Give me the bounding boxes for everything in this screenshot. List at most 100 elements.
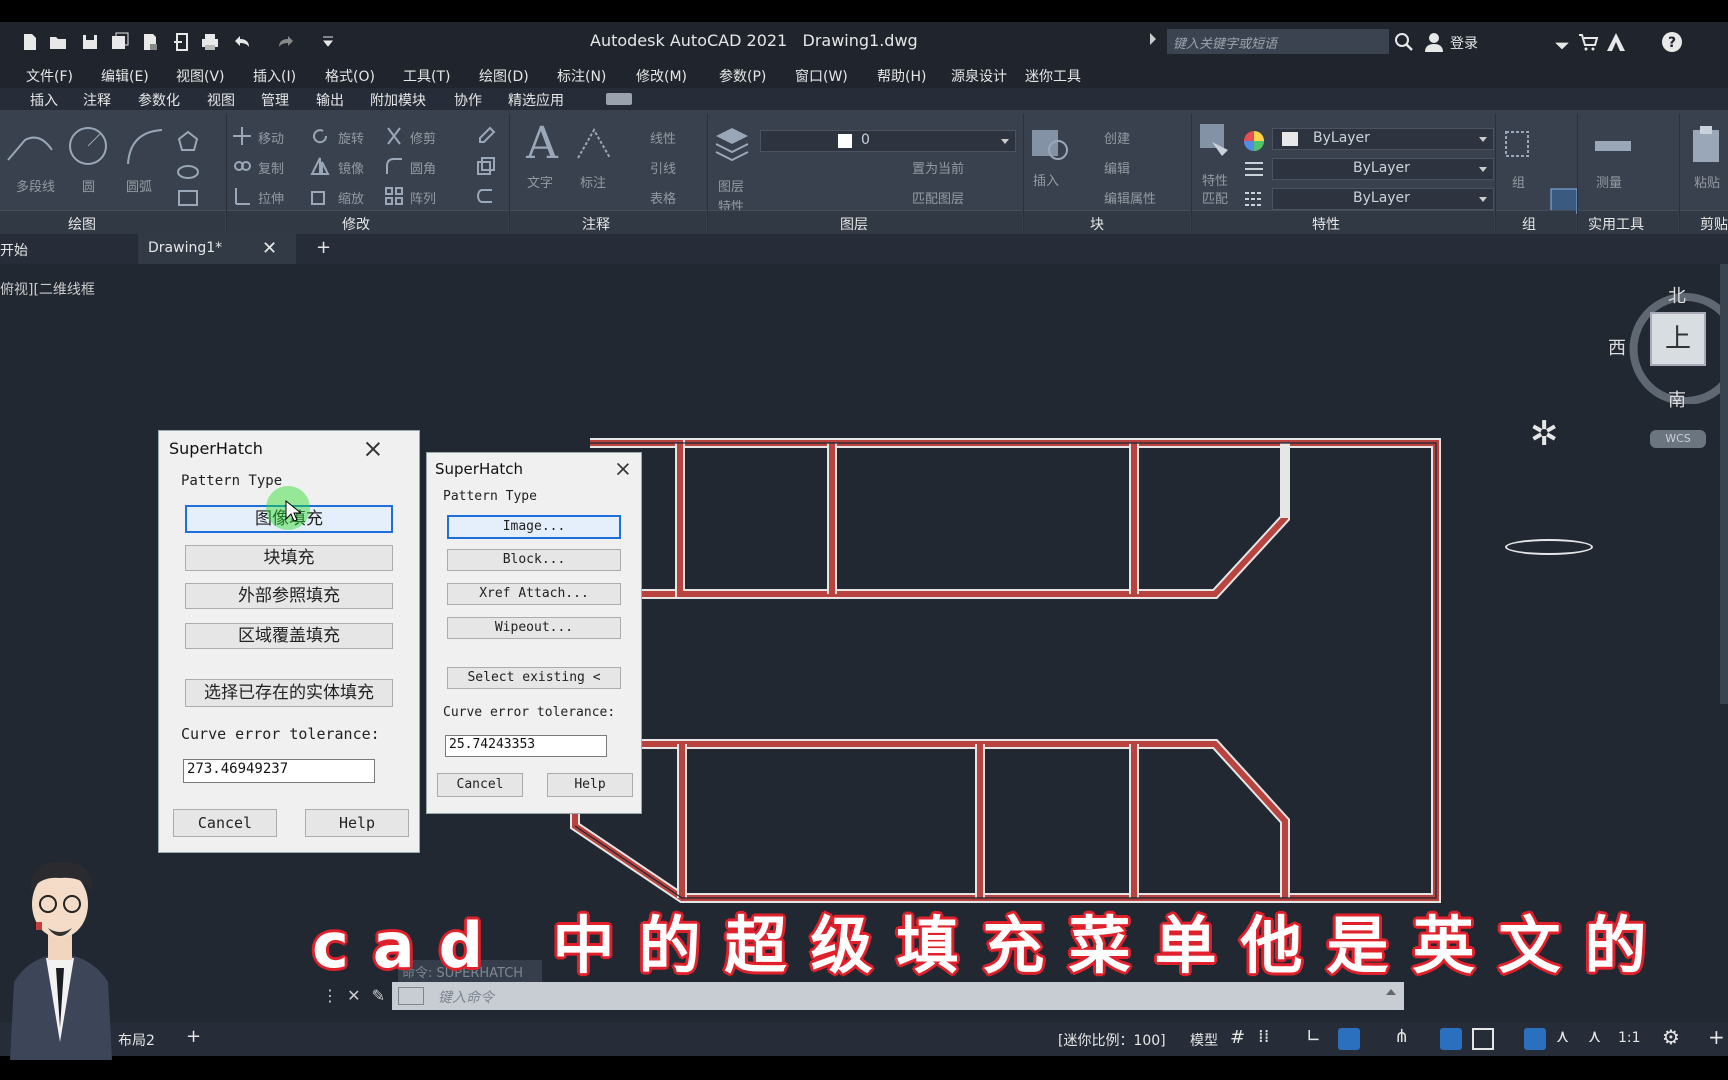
array-button[interactable]: 阵列 xyxy=(410,188,436,207)
block-hatch-button[interactable]: 块填充 xyxy=(185,545,393,571)
polyline-label[interactable]: 多段线 xyxy=(16,176,55,195)
menu-yuanquan[interactable]: 源泉设计 xyxy=(951,66,1007,86)
tolerance-input[interactable]: 25.74243353 xyxy=(445,735,607,757)
arc-label[interactable]: 圆弧 xyxy=(126,176,152,195)
polyline-icon[interactable] xyxy=(0,128,60,172)
block-button[interactable]: Block... xyxy=(447,549,621,571)
color-wheel-icon[interactable] xyxy=(1243,130,1265,156)
menu-window[interactable]: 窗口(W) xyxy=(795,66,848,86)
stretch-button[interactable]: 拉伸 xyxy=(258,188,284,207)
tab-parametric[interactable]: 参数化 xyxy=(138,90,180,110)
groups-panel-footer[interactable] xyxy=(1496,210,1576,234)
stretch-icon[interactable] xyxy=(232,186,252,210)
menu-tools[interactable]: 工具(T) xyxy=(403,66,450,86)
close-command-icon[interactable]: ✕ xyxy=(347,986,360,1005)
annotation-scale-icon[interactable]: ⋏ xyxy=(1588,1026,1601,1047)
snap-icon[interactable]: ⁞⁞ xyxy=(1258,1026,1269,1047)
isodraft-icon[interactable]: ⋔ xyxy=(1394,1026,1409,1047)
menu-mini-tools[interactable]: 迷你工具 xyxy=(1025,66,1081,86)
create-block-button[interactable]: 创建 xyxy=(1104,128,1130,147)
tab-insert[interactable]: 插入 xyxy=(30,90,58,110)
lineweight-icon[interactable] xyxy=(1244,160,1264,182)
circle-icon[interactable] xyxy=(66,124,110,172)
match-properties-label[interactable]: 特性 xyxy=(1202,170,1228,189)
rotate-button[interactable]: 旋转 xyxy=(338,128,364,147)
array-icon[interactable] xyxy=(384,186,404,210)
tab-addins[interactable]: 附加模块 xyxy=(370,90,426,110)
color-select[interactable]: ByLayer xyxy=(1272,128,1494,150)
search-input[interactable]: 键入关键字或短语 xyxy=(1167,29,1389,54)
viewcube-top-face[interactable]: 上 xyxy=(1650,312,1706,366)
copy-icon[interactable] xyxy=(232,156,252,180)
linetype-icon[interactable] xyxy=(1244,190,1264,212)
command-line[interactable]: 键入命令 xyxy=(392,982,1404,1010)
lineweight-select[interactable]: ByLayer xyxy=(1272,188,1494,210)
add-layout-icon[interactable]: + xyxy=(186,1026,201,1047)
join-icon[interactable] xyxy=(476,186,496,210)
model-space-button[interactable]: 模型 xyxy=(1190,1030,1218,1050)
wipeout-hatch-button[interactable]: 区域覆盖填充 xyxy=(185,623,393,649)
properties-panel-title[interactable]: 特性 xyxy=(1312,214,1340,234)
export-icon[interactable] xyxy=(172,32,192,52)
linetype-select[interactable]: ByLayer xyxy=(1272,158,1494,180)
grid-icon[interactable]: # xyxy=(1230,1027,1245,1048)
tab-layout2[interactable]: 布局2 xyxy=(118,1030,155,1050)
measure-label[interactable]: 测量 xyxy=(1596,172,1622,191)
current-layer-select[interactable]: 0 xyxy=(760,130,1016,152)
insert-block-label[interactable]: 插入 xyxy=(1033,170,1059,189)
customize-command-icon[interactable]: ✎ xyxy=(372,986,385,1005)
xref-hatch-button[interactable]: 外部参照填充 xyxy=(185,583,393,609)
menu-format[interactable]: 格式(O) xyxy=(325,66,375,86)
insert-block-icon[interactable] xyxy=(1030,126,1068,166)
menu-file[interactable]: 文件(F) xyxy=(26,66,73,86)
object-snap-tracking-icon[interactable] xyxy=(1440,1028,1462,1050)
tab-start[interactable]: 开始 xyxy=(0,234,38,264)
menu-draw[interactable]: 绘图(D) xyxy=(479,66,529,86)
command-history-expand-icon[interactable] xyxy=(1386,989,1396,995)
ellipse-icon[interactable] xyxy=(176,160,200,188)
undo-icon[interactable] xyxy=(232,32,252,52)
viewcube-north[interactable]: 北 xyxy=(1668,282,1686,308)
menu-parametric[interactable]: 参数(P) xyxy=(719,66,766,86)
move-button[interactable]: 移动 xyxy=(258,128,284,147)
select-existing-button[interactable]: Select existing < xyxy=(447,667,621,689)
close-icon[interactable] xyxy=(363,439,383,459)
clipboard-panel-title[interactable]: 剪贴 xyxy=(1700,214,1728,234)
tab-drawing1[interactable]: Drawing1* ✕ xyxy=(138,234,296,264)
menu-modify[interactable]: 修改(M) xyxy=(636,66,687,86)
cart-icon[interactable] xyxy=(1576,30,1600,54)
linear-dim-button[interactable]: 线性 xyxy=(650,128,676,147)
navigation-wheel-icon[interactable]: ✲ xyxy=(1530,414,1570,454)
text-icon[interactable]: A xyxy=(524,118,560,170)
rotate-icon[interactable] xyxy=(310,126,330,150)
group-label[interactable]: 组 xyxy=(1512,172,1525,191)
wcs-menu[interactable]: WCS xyxy=(1650,430,1706,448)
print-icon[interactable] xyxy=(200,32,220,52)
block-panel-footer[interactable] xyxy=(1024,210,1190,234)
customize-quick-access-icon[interactable] xyxy=(318,32,338,52)
dimension-label[interactable]: 标注 xyxy=(580,172,606,191)
properties-panel-footer[interactable] xyxy=(1192,210,1494,234)
search-icon[interactable] xyxy=(1392,30,1416,54)
tab-annotate[interactable]: 注释 xyxy=(83,90,111,110)
layer-properties-label[interactable]: 图层 xyxy=(718,176,744,195)
match-properties-label-2[interactable]: 匹配 xyxy=(1202,188,1228,207)
menu-insert[interactable]: 插入(I) xyxy=(253,66,296,86)
trim-icon[interactable] xyxy=(384,126,404,150)
mirror-button[interactable]: 镜像 xyxy=(338,158,364,177)
viewcube-south[interactable]: 南 xyxy=(1668,386,1686,412)
viewcube-west[interactable]: 西 xyxy=(1608,334,1626,360)
match-layer-button[interactable]: 匹配图层 xyxy=(912,188,964,207)
customize-status-icon[interactable]: + xyxy=(1708,1025,1725,1049)
mirror-icon[interactable] xyxy=(310,156,330,180)
leader-button[interactable]: 引线 xyxy=(650,158,676,177)
circle-label[interactable]: 圆 xyxy=(82,176,95,195)
erase-icon[interactable] xyxy=(476,126,496,150)
text-label[interactable]: 文字 xyxy=(527,172,553,191)
match-properties-icon[interactable] xyxy=(1198,122,1236,166)
login-dropdown-icon[interactable] xyxy=(1550,34,1569,50)
annotation-scale-ratio[interactable]: 1:1 xyxy=(1618,1030,1641,1046)
paste-icon[interactable] xyxy=(1690,124,1724,168)
autodesk-account-icon[interactable] xyxy=(1604,30,1628,54)
draw-panel-title[interactable]: 绘图 xyxy=(68,214,96,234)
